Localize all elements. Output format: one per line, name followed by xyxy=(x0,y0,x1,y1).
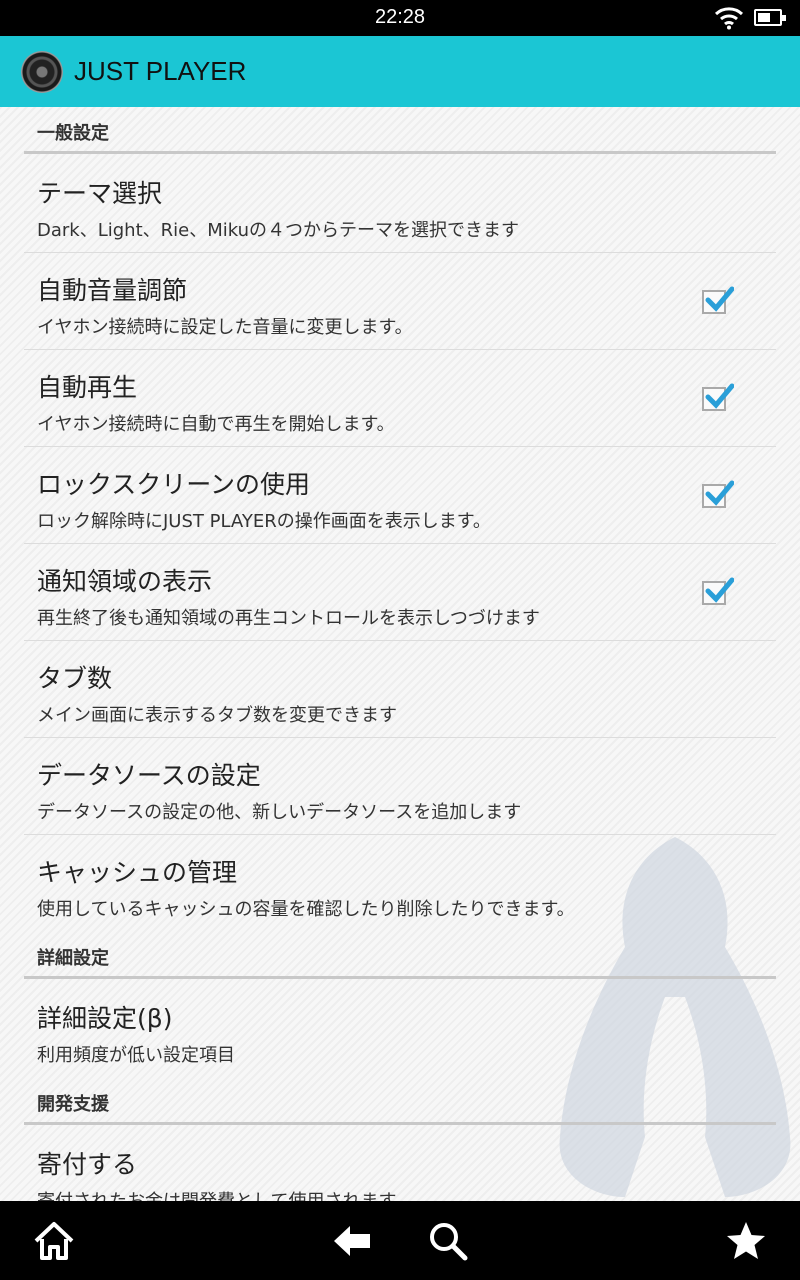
auto-play-checkbox[interactable] xyxy=(702,383,734,411)
status-time: 22:28 xyxy=(374,6,426,28)
pref-title: テーマ選択 xyxy=(37,179,163,208)
settings-list[interactable]: 一般設定 テーマ選択 Dark、Light、Rie、Mikuの４つからテーマを選… xyxy=(0,107,800,1201)
pref-summary: イヤホン接続時に設定した音量に変更します。 xyxy=(37,317,413,338)
navigation-bar xyxy=(0,1201,800,1280)
section-header-general: 一般設定 xyxy=(24,107,776,154)
pref-summary: 再生終了後も通知領域の再生コントロールを表示しつづけます xyxy=(37,608,540,629)
pref-tab-count[interactable]: タブ数 メイン画面に表示するタブ数を変更できます xyxy=(24,641,776,738)
checkmark-icon xyxy=(705,383,734,409)
pref-title: データソースの設定 xyxy=(37,761,261,790)
home-button[interactable] xyxy=(32,1219,76,1263)
pref-title: 寄付する xyxy=(37,1150,138,1179)
star-icon xyxy=(727,1222,765,1259)
section-header-advanced: 詳細設定 xyxy=(24,932,776,979)
auto-volume-checkbox[interactable] xyxy=(702,286,734,314)
pref-title: ロックスクリーンの使用 xyxy=(37,470,311,499)
pref-donate[interactable]: 寄付する 寄付されたお金は開発費として使用されます。 xyxy=(24,1127,776,1201)
app-title: JUST PLAYER xyxy=(74,56,247,86)
pref-lock-screen[interactable]: ロックスクリーンの使用 ロック解除時にJUST PLAYERの操作画面を表示しま… xyxy=(24,447,776,544)
pref-advanced-settings[interactable]: 詳細設定(β) 利用頻度が低い設定項目 xyxy=(24,981,776,1078)
speaker-logo-icon xyxy=(21,51,63,93)
pref-summary: Dark、Light、Rie、Mikuの４つからテーマを選択できます xyxy=(37,220,520,241)
pref-title: 通知領域の表示 xyxy=(37,567,213,596)
search-button[interactable] xyxy=(426,1219,470,1263)
section-header-dev-support: 開発支援 xyxy=(24,1078,776,1125)
pref-title: キャッシュの管理 xyxy=(37,858,238,887)
pref-theme-select[interactable]: テーマ選択 Dark、Light、Rie、Mikuの４つからテーマを選択できます xyxy=(24,156,776,253)
section-header-label: 詳細設定 xyxy=(37,948,109,969)
pref-title: 自動音量調節 xyxy=(37,276,188,305)
pref-summary: 使用しているキャッシュの容量を確認したり削除したりできます。 xyxy=(37,899,575,920)
section-header-label: 一般設定 xyxy=(37,123,109,144)
checkmark-icon xyxy=(705,480,734,506)
pref-summary: メイン画面に表示するタブ数を変更できます xyxy=(37,705,397,726)
pref-summary: 寄付されたお金は開発費として使用されます。 xyxy=(37,1187,413,1201)
lock-screen-checkbox[interactable] xyxy=(702,480,734,508)
pref-summary: データソースの設定の他、新しいデータソースを追加します xyxy=(37,802,522,823)
battery-icon xyxy=(754,9,786,26)
pref-data-source[interactable]: データソースの設定 データソースの設定の他、新しいデータソースを追加します xyxy=(24,738,776,835)
pref-notification-area[interactable]: 通知領域の表示 再生終了後も通知領域の再生コントロールを表示しつづけます xyxy=(24,544,776,641)
checkmark-icon xyxy=(705,577,734,603)
search-icon xyxy=(430,1223,468,1261)
pref-summary: ロック解除時にJUST PLAYERの操作画面を表示します。 xyxy=(37,511,491,532)
pref-summary: 利用頻度が低い設定項目 xyxy=(37,1045,235,1066)
pref-title: 詳細設定(β) xyxy=(37,1004,173,1033)
status-bar: 22:28 xyxy=(0,0,800,36)
home-icon xyxy=(34,1222,74,1260)
wifi-icon xyxy=(714,6,744,30)
pref-title: 自動再生 xyxy=(37,373,138,402)
pref-auto-play[interactable]: 自動再生 イヤホン接続時に自動で再生を開始します。 xyxy=(24,350,776,447)
action-bar: JUST PLAYER xyxy=(0,36,800,107)
pref-title: タブ数 xyxy=(37,664,113,693)
pref-summary: イヤホン接続時に自動で再生を開始します。 xyxy=(37,414,395,435)
section-header-label: 開発支援 xyxy=(37,1094,109,1115)
notification-area-checkbox[interactable] xyxy=(702,577,734,605)
pref-auto-volume[interactable]: 自動音量調節 イヤホン接続時に設定した音量に変更します。 xyxy=(24,253,776,350)
favorite-button[interactable] xyxy=(724,1219,768,1263)
checkmark-icon xyxy=(705,286,734,312)
back-button[interactable] xyxy=(330,1219,374,1263)
pref-cache-management[interactable]: キャッシュの管理 使用しているキャッシュの容量を確認したり削除したりできます。 xyxy=(24,835,776,932)
back-icon xyxy=(334,1226,370,1256)
